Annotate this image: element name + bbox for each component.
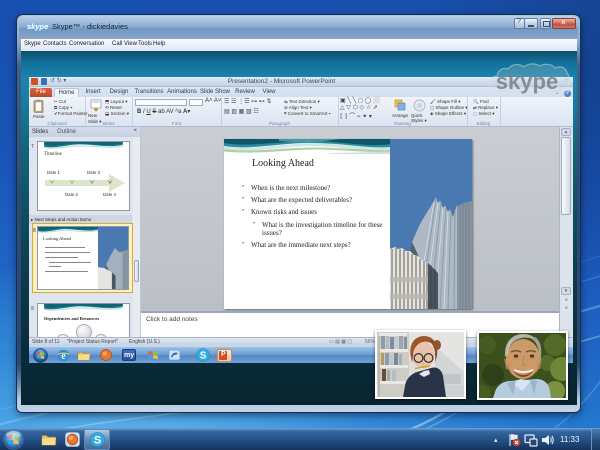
- svg-text:™: ™: [564, 78, 569, 84]
- svg-text:Date 2: Date 2: [65, 192, 78, 197]
- svg-text:skype: skype: [496, 69, 558, 94]
- svg-text:S: S: [200, 350, 207, 361]
- svg-text:Date 1: Date 1: [47, 170, 60, 175]
- svg-text:Date 4: Date 4: [103, 192, 116, 197]
- svg-text:S: S: [94, 434, 101, 446]
- svg-text:Date 3: Date 3: [87, 170, 100, 175]
